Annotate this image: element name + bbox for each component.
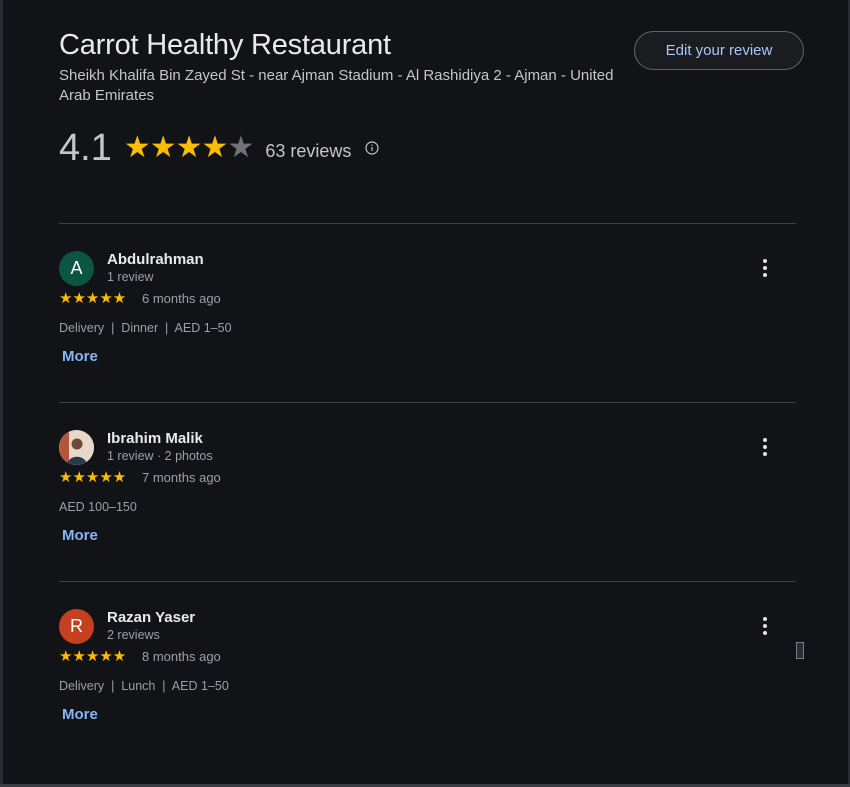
review-stars: ★★★★★ <box>59 290 127 307</box>
review-time: 7 months ago <box>142 470 221 485</box>
avatar-initial: A <box>70 258 83 278</box>
more-link[interactable]: More <box>62 348 98 365</box>
review-stars: ★★★★★ <box>59 648 127 665</box>
edit-review-button[interactable]: Edit your review <box>634 31 804 70</box>
star-empty-icon: ★ <box>227 131 254 164</box>
more-link[interactable]: More <box>62 527 98 544</box>
review-stars: ★★★★★ <box>59 469 127 486</box>
place-header: Carrot Healthy Restaurant Sheikh Khalifa… <box>59 28 639 106</box>
window-frame-left <box>0 0 3 787</box>
profile-photo-icon <box>59 430 94 465</box>
reviewer-name[interactable]: Ibrahim Malik <box>107 430 203 447</box>
avatar[interactable]: R <box>59 609 94 644</box>
average-rating: 4.1 <box>59 127 112 169</box>
more-options-icon[interactable] <box>753 255 777 281</box>
place-address: Sheikh Khalifa Bin Zayed St - near Ajman… <box>59 67 614 104</box>
review-tags: AED 100–150 <box>59 500 137 514</box>
review-time: 8 months ago <box>142 649 221 664</box>
avatar-initial: R <box>70 616 83 636</box>
divider <box>59 402 796 403</box>
star-icon: ★ <box>201 131 229 164</box>
avatar[interactable]: A <box>59 251 94 286</box>
more-options-icon[interactable] <box>753 434 777 460</box>
review-tags: Delivery | Lunch | AED 1–50 <box>59 679 229 693</box>
star-icon: ★ <box>149 131 177 164</box>
review-time: 6 months ago <box>142 291 221 306</box>
reviewer-name[interactable]: Razan Yaser <box>107 609 195 626</box>
reviewer-name[interactable]: Abdulrahman <box>107 251 204 268</box>
rating-stars: ★★★★★ <box>123 131 255 164</box>
more-options-icon[interactable] <box>753 613 777 639</box>
avatar[interactable] <box>59 430 94 465</box>
review-tags: Delivery | Dinner | AED 1–50 <box>59 321 232 335</box>
divider <box>59 223 796 224</box>
more-link[interactable]: More <box>62 706 98 723</box>
star-icon: ★ <box>175 131 203 164</box>
divider <box>59 581 796 582</box>
scrollbar-thumb[interactable] <box>796 642 804 659</box>
rating-summary: 4.1 ★★★★★ 63 reviews <box>59 126 380 170</box>
reviewer-meta: 2 reviews <box>107 628 160 642</box>
review-count[interactable]: 63 reviews <box>265 141 351 162</box>
info-icon[interactable] <box>365 141 380 155</box>
reviewer-meta: 1 review <box>107 270 154 284</box>
place-title: Carrot Healthy Restaurant <box>59 29 391 61</box>
reviewer-meta: 1 review · 2 photos <box>107 449 213 463</box>
star-icon: ★ <box>123 131 151 164</box>
